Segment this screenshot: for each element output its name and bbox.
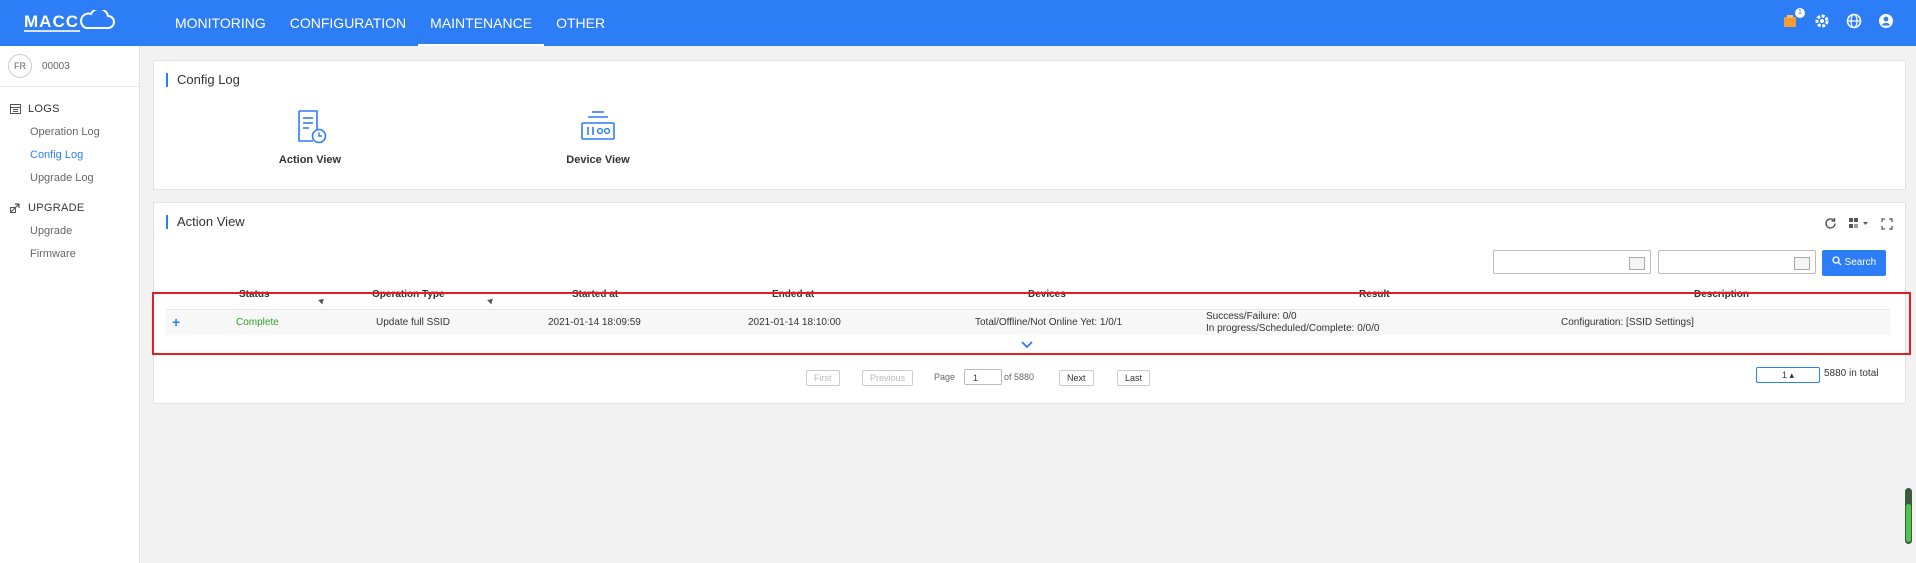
panel-title: Action View (166, 215, 245, 229)
account-row[interactable]: FR 00003 (0, 46, 139, 87)
sidebar-section-upgrade[interactable]: UPGRADE (0, 202, 139, 214)
config-log-panel: Config Log Action View Device View (153, 60, 1906, 190)
globe-icon[interactable] (1846, 13, 1864, 31)
sidebar-section-label: LOGS (28, 103, 60, 115)
page-label: Page (934, 372, 956, 382)
end-date-input[interactable] (1658, 250, 1816, 274)
search-button[interactable]: Search (1822, 250, 1886, 276)
nav-configuration[interactable]: CONFIGURATION (278, 0, 418, 46)
notification-icon[interactable]: 1 (1782, 8, 1805, 31)
top-navigation-bar: MACC MONITORING CONFIGURATION MAINTENANC… (0, 0, 1916, 46)
main-nav: MONITORING CONFIGURATION MAINTENANCE OTH… (163, 0, 617, 46)
avatar: FR (8, 54, 32, 78)
next-page-button[interactable]: Next (1059, 370, 1094, 386)
document-clock-icon (298, 110, 327, 144)
sidebar: FR 00003 LOGS Operation Log Config Log U… (0, 46, 140, 563)
device-view-card[interactable]: Device View (528, 109, 668, 166)
sidebar-section-label: UPGRADE (28, 202, 85, 214)
nav-other[interactable]: OTHER (544, 0, 617, 46)
search-button-label: Search (1844, 257, 1877, 268)
panel-title: Config Log (166, 73, 240, 87)
upgrade-icon (10, 203, 20, 213)
sidebar-item-operation-log[interactable]: Operation Log (0, 126, 139, 138)
page-size-select[interactable]: 1 ▴ (1756, 367, 1820, 383)
svg-text:MACC: MACC (24, 12, 79, 31)
page-scrollbar[interactable] (1905, 488, 1912, 544)
top-icons: 1 (1782, 8, 1896, 31)
action-view-card[interactable]: Action View (240, 109, 380, 166)
action-view-label: Action View (278, 154, 342, 166)
calendar-icon (10, 104, 21, 114)
page-number-input[interactable]: 1 (964, 369, 1002, 385)
column-settings-icon[interactable] (1849, 218, 1869, 229)
last-page-button[interactable]: Last (1117, 370, 1151, 386)
search-icon (1832, 256, 1842, 266)
sidebar-item-upgrade-log[interactable]: Upgrade Log (0, 172, 139, 184)
fullscreen-icon[interactable] (1881, 217, 1893, 230)
sidebar-item-firmware[interactable]: Firmware (0, 248, 139, 260)
gear-icon[interactable] (1814, 13, 1832, 31)
chevron-down-icon[interactable] (1021, 341, 1033, 349)
start-date-input[interactable] (1493, 250, 1651, 274)
device-view-label: Device View (566, 154, 630, 166)
page-count: of 5880 (1004, 372, 1035, 382)
calendar-icon[interactable] (1629, 257, 1645, 270)
notification-badge: 1 (1795, 8, 1805, 18)
refresh-icon[interactable] (1824, 217, 1837, 230)
macc-logo[interactable]: MACC (22, 10, 118, 36)
previous-page-button[interactable]: Previous (862, 370, 914, 386)
nav-monitoring[interactable]: MONITORING (163, 0, 278, 46)
total-count: 5880 in total (1824, 368, 1879, 379)
account-id: 00003 (42, 60, 70, 72)
calendar-icon[interactable] (1794, 257, 1810, 270)
sidebar-item-config-log[interactable]: Config Log (0, 149, 139, 161)
first-page-button[interactable]: First (806, 370, 840, 386)
user-icon[interactable] (1878, 13, 1896, 31)
sidebar-item-upgrade[interactable]: Upgrade (0, 225, 139, 237)
sidebar-section-logs[interactable]: LOGS (0, 103, 139, 115)
nav-maintenance[interactable]: MAINTENANCE (418, 0, 544, 46)
table-tools (1824, 217, 1893, 230)
device-ports-icon (581, 111, 615, 140)
